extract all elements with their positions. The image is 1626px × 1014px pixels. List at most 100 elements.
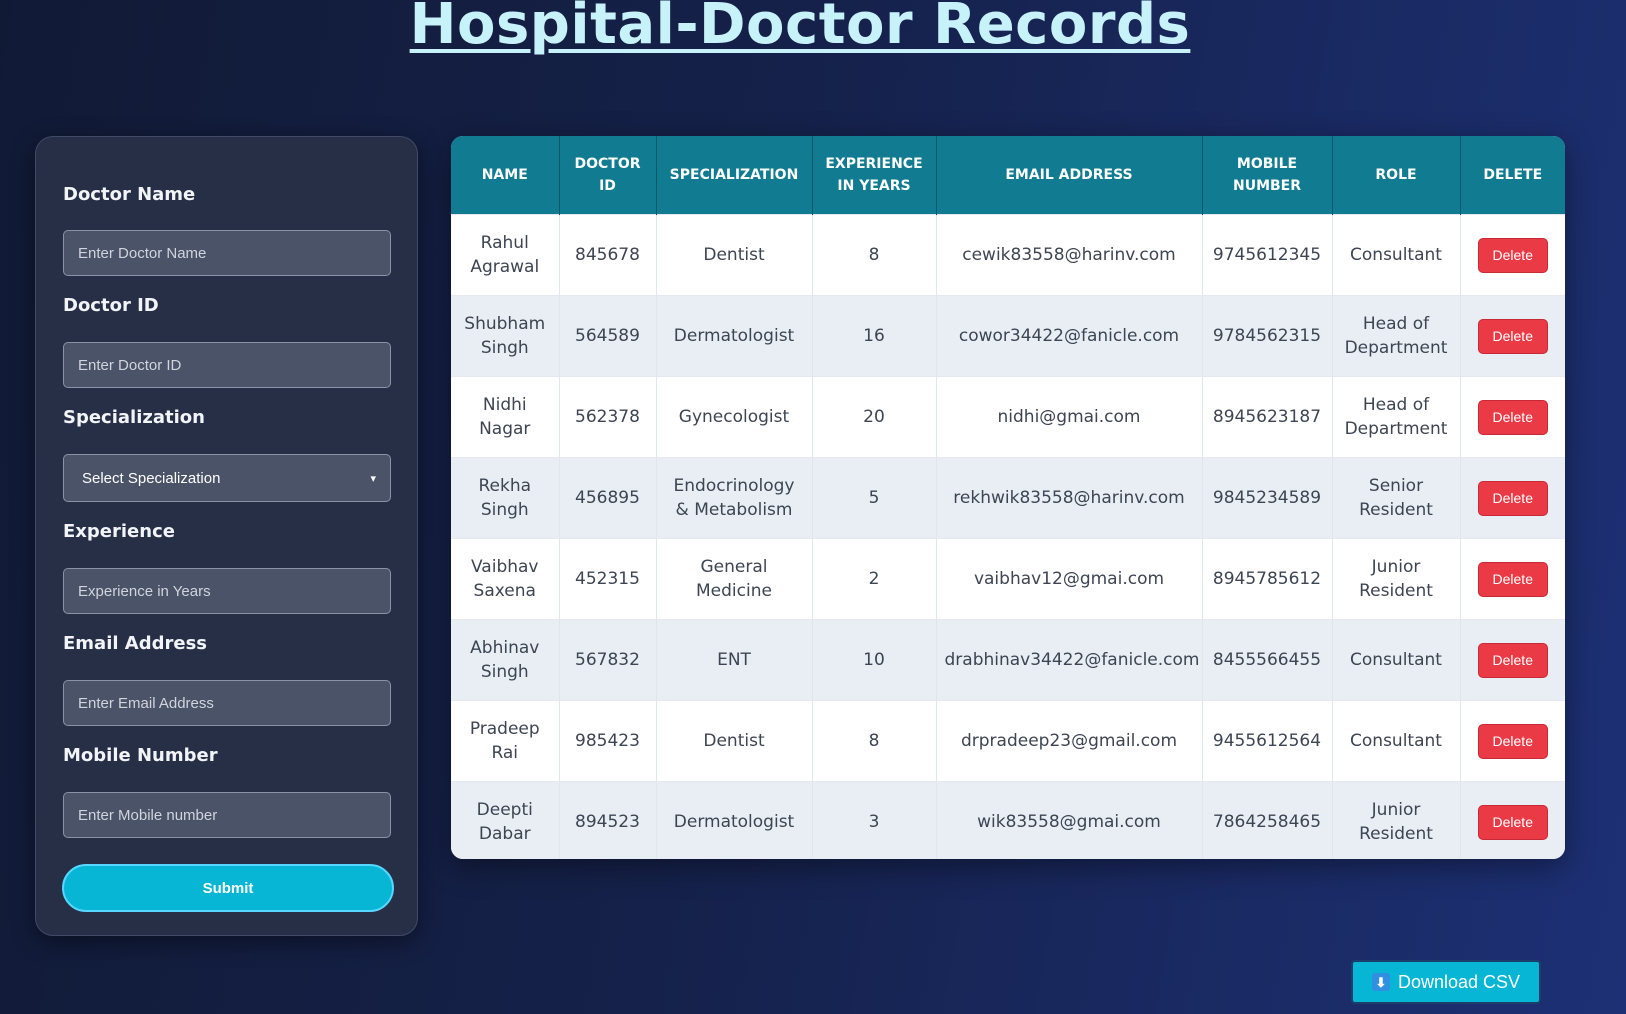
cell-email: wik83558@gmai.com [936, 781, 1203, 859]
cell-name: Rahul Agrawal [451, 214, 560, 296]
column-header-doctor-id: DOCTOR ID [559, 136, 657, 215]
cell-specialization: ENT [656, 619, 813, 701]
cell-experience: 5 [812, 457, 937, 539]
cell-doctor-id: 564589 [559, 295, 657, 377]
experience-input[interactable] [63, 568, 391, 614]
column-header-specialization: SPECIALIZATION [656, 136, 813, 215]
cell-mobile: 8945785612 [1202, 538, 1333, 620]
cell-email: nidhi@gmai.com [936, 376, 1203, 458]
delete-button[interactable]: Delete [1477, 642, 1548, 678]
cell-mobile: 8455566455 [1202, 619, 1333, 701]
cell-role: Head of Department [1332, 376, 1461, 458]
delete-button[interactable]: Delete [1477, 480, 1548, 516]
doctor-id-label: Doctor ID [63, 295, 159, 316]
delete-button[interactable]: Delete [1477, 399, 1548, 435]
column-header-role: ROLE [1332, 136, 1461, 215]
table-row: Nidhi Nagar 562378 Gynecologist 20 nidhi… [451, 376, 1565, 458]
doctor-name-input[interactable] [63, 230, 391, 276]
column-header-mobile: MOBILE NUMBER [1202, 136, 1333, 215]
cell-role: Junior Resident [1332, 781, 1461, 859]
delete-button[interactable]: Delete [1477, 561, 1548, 597]
column-header-name: NAME [451, 136, 560, 215]
cell-mobile: 9784562315 [1202, 295, 1333, 377]
cell-name: Deepti Dabar [451, 781, 560, 859]
cell-delete: Delete [1460, 214, 1565, 296]
page-title: Hospital-Doctor Records [409, 0, 1191, 57]
cell-name: Shubham Singh [451, 295, 560, 377]
cell-role: Consultant [1332, 700, 1461, 782]
mobile-input[interactable] [63, 792, 391, 838]
cell-name: Nidhi Nagar [451, 376, 560, 458]
cell-mobile: 9845234589 [1202, 457, 1333, 539]
cell-role: Consultant [1332, 214, 1461, 296]
download-arrow-icon: ⬇ [1371, 973, 1390, 991]
cell-name: Pradeep Rai [451, 700, 560, 782]
cell-doctor-id: 567832 [559, 619, 657, 701]
cell-experience: 16 [812, 295, 937, 377]
cell-experience: 2 [812, 538, 937, 620]
cell-name: Abhinav Singh [451, 619, 560, 701]
download-csv-button[interactable]: ⬇ Download CSV [1351, 960, 1541, 1004]
cell-delete: Delete [1460, 457, 1565, 539]
cell-delete: Delete [1460, 295, 1565, 377]
cell-mobile: 9455612564 [1202, 700, 1333, 782]
cell-doctor-id: 562378 [559, 376, 657, 458]
specialization-selected-value: Select Specialization [82, 469, 221, 487]
table-row: Shubham Singh 564589 Dermatologist 16 co… [451, 295, 1565, 377]
doctor-form: Doctor Name Doctor ID Specialization Sel… [35, 136, 418, 936]
cell-experience: 10 [812, 619, 937, 701]
table-header-row: NAME DOCTOR ID SPECIALIZATION EXPERIENCE… [451, 136, 1565, 215]
delete-button[interactable]: Delete [1477, 318, 1548, 354]
email-input[interactable] [63, 680, 391, 726]
column-header-experience: EXPERIENCE IN YEARS [812, 136, 937, 215]
cell-specialization: General Medicine [656, 538, 813, 620]
cell-specialization: Endocrinology & Metabolism [656, 457, 813, 539]
cell-doctor-id: 456895 [559, 457, 657, 539]
cell-mobile: 7864258465 [1202, 781, 1333, 859]
cell-delete: Delete [1460, 538, 1565, 620]
email-label: Email Address [63, 633, 208, 654]
chevron-down-icon: ▾ [370, 472, 376, 485]
cell-role: Head of Department [1332, 295, 1461, 377]
table-row: Vaibhav Saxena 452315 General Medicine 2… [451, 538, 1565, 620]
mobile-label: Mobile Number [63, 745, 218, 766]
cell-experience: 20 [812, 376, 937, 458]
cell-role: Senior Resident [1332, 457, 1461, 539]
cell-experience: 8 [812, 214, 937, 296]
download-csv-label: Download CSV [1397, 971, 1521, 992]
table-row: Rahul Agrawal 845678 Dentist 8 cewik8355… [451, 214, 1565, 296]
cell-name: Vaibhav Saxena [451, 538, 560, 620]
cell-specialization: Dentist [656, 214, 813, 296]
cell-email: drpradeep23@gmail.com [936, 700, 1203, 782]
cell-experience: 3 [812, 781, 937, 859]
doctor-records-table: NAME DOCTOR ID SPECIALIZATION EXPERIENCE… [451, 136, 1565, 859]
cell-specialization: Dentist [656, 700, 813, 782]
cell-email: rekhwik83558@harinv.com [936, 457, 1203, 539]
table-row: Pradeep Rai 985423 Dentist 8 drpradeep23… [451, 700, 1565, 782]
table-row: Rekha Singh 456895 Endocrinology & Metab… [451, 457, 1565, 539]
cell-role: Consultant [1332, 619, 1461, 701]
cell-experience: 8 [812, 700, 937, 782]
cell-doctor-id: 845678 [559, 214, 657, 296]
delete-button[interactable]: Delete [1477, 804, 1548, 840]
cell-doctor-id: 985423 [559, 700, 657, 782]
cell-doctor-id: 894523 [559, 781, 657, 859]
submit-button[interactable]: Submit [62, 864, 394, 912]
records-table-container: NAME DOCTOR ID SPECIALIZATION EXPERIENCE… [451, 136, 1565, 859]
cell-mobile: 9745612345 [1202, 214, 1333, 296]
doctor-id-input[interactable] [63, 342, 391, 388]
cell-delete: Delete [1460, 700, 1565, 782]
column-header-email: EMAIL ADDRESS [936, 136, 1203, 215]
cell-delete: Delete [1460, 781, 1565, 859]
delete-button[interactable]: Delete [1477, 237, 1548, 273]
cell-email: vaibhav12@gmai.com [936, 538, 1203, 620]
experience-label: Experience [63, 521, 175, 542]
delete-button[interactable]: Delete [1477, 723, 1548, 759]
specialization-label: Specialization [63, 407, 205, 428]
cell-delete: Delete [1460, 376, 1565, 458]
cell-name: Rekha Singh [451, 457, 560, 539]
cell-email: cewik83558@harinv.com [936, 214, 1203, 296]
cell-specialization: Dermatologist [656, 295, 813, 377]
specialization-select[interactable]: Select Specialization ▾ [63, 454, 391, 502]
cell-doctor-id: 452315 [559, 538, 657, 620]
